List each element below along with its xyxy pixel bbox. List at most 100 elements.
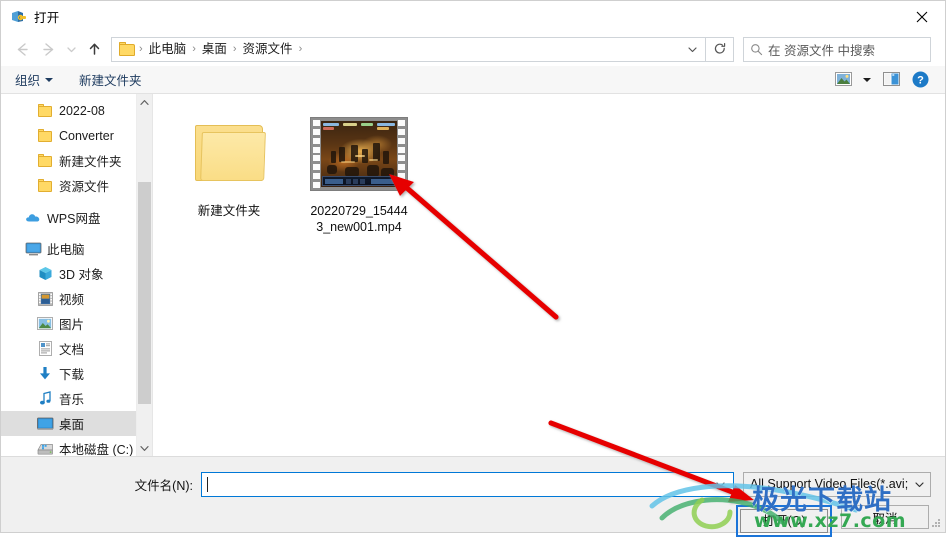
view-layout-icon[interactable] [829, 68, 857, 92]
new-folder-label: 新建文件夹 [79, 74, 142, 88]
sidebar-item-label: 资源文件 [59, 180, 110, 194]
breadcrumb-item-2[interactable]: 资源文件 [238, 38, 298, 61]
documents-icon [35, 341, 55, 356]
search-input[interactable]: 在 资源文件 中搜索 [768, 40, 875, 59]
folder-icon [193, 112, 266, 196]
organize-label: 组织 [15, 74, 41, 88]
file-item-label: 新建文件夹 [197, 204, 261, 218]
file-list-pane[interactable]: 新建文件夹 20220729_154443_new001.mp4 [153, 94, 945, 456]
breadcrumb-item-1[interactable]: 桌面 [197, 38, 232, 61]
chevron-down-icon[interactable] [709, 473, 731, 496]
filename-label: 文件名(N): [134, 478, 193, 493]
sidebar-item-this-pc[interactable]: 此电脑 [1, 236, 152, 261]
sidebar-item-downloads[interactable]: 下载 [1, 361, 152, 386]
open-button-highlight: 打开(O) [736, 505, 832, 537]
sidebar-item-new-folder[interactable]: 新建文件夹 [1, 148, 152, 173]
window-title: 打开 [34, 11, 60, 25]
folder-icon [35, 154, 55, 167]
search-box[interactable]: 在 资源文件 中搜索 [743, 36, 931, 62]
folder-icon [35, 179, 55, 192]
sidebar-item-label: WPS网盘 [47, 212, 101, 226]
sidebar-item-label: 下载 [59, 368, 85, 382]
sidebar-item-2022-08[interactable]: 2022-08 [1, 98, 152, 123]
chevron-down-icon [910, 478, 928, 491]
local-disk-icon [35, 442, 55, 456]
refresh-button[interactable] [706, 36, 734, 62]
filename-row: 文件名(N): All Support Video Files(*.avi; [1, 466, 945, 502]
chevron-down-icon[interactable] [681, 38, 703, 61]
folder-tree: 2022-08 Converter 新建文件夹 资源文件 WPS网盘 此电脑 3… [1, 94, 152, 456]
filename-input[interactable] [201, 471, 734, 497]
navigation-pane-scrollbar[interactable] [136, 94, 152, 456]
title-bar: 打开 [1, 1, 945, 32]
forward-button[interactable] [35, 36, 61, 62]
sidebar-item-converter[interactable]: Converter [1, 123, 152, 148]
chevron-down-icon [45, 77, 54, 82]
preview-pane-icon[interactable] [877, 68, 905, 92]
new-folder-button[interactable]: 新建文件夹 [79, 70, 142, 89]
scroll-up-icon[interactable] [137, 94, 152, 110]
sidebar-item-label: 2022-08 [59, 103, 105, 118]
file-grid: 新建文件夹 20220729_154443_new001.mp4 [153, 94, 945, 235]
video-hud-bottom [322, 176, 396, 186]
sidebar-item-label: 图片 [59, 318, 85, 332]
command-toolbar: 组织 新建文件夹 ? [1, 66, 945, 94]
file-type-dropdown[interactable]: All Support Video Files(*.avi; [743, 471, 931, 497]
film-perforations-right [398, 120, 405, 188]
up-button[interactable] [81, 36, 107, 62]
help-question-icon[interactable]: ? [905, 68, 935, 92]
music-icon [35, 391, 55, 406]
recent-locations-button[interactable] [61, 36, 81, 62]
video-thumbnail [311, 112, 407, 196]
sidebar-item-label: 3D 对象 [59, 268, 104, 282]
dialog-body: 2022-08 Converter 新建文件夹 资源文件 WPS网盘 此电脑 3… [1, 94, 945, 456]
file-item-video[interactable]: 20220729_154443_new001.mp4 [305, 108, 413, 235]
text-caret [207, 476, 208, 492]
film-perforations-left [313, 120, 320, 188]
sidebar-item-documents[interactable]: 文档 [1, 336, 152, 361]
sidebar-item-local-disk-c[interactable]: 本地磁盘 (C:) [1, 436, 152, 456]
sidebar-item-music[interactable]: 音乐 [1, 386, 152, 411]
open-file-dialog: 打开 › 此电脑 › 桌面 › 资源文件 › 在 资源文件 中搜索 组织 新建文… [0, 0, 946, 537]
file-item-folder[interactable]: 新建文件夹 [175, 108, 283, 235]
resize-grip[interactable] [931, 519, 941, 529]
sidebar-item-wps-cloud[interactable]: WPS网盘 [1, 205, 152, 230]
navigation-bar: › 此电脑 › 桌面 › 资源文件 › 在 资源文件 中搜索 [1, 32, 945, 66]
close-button[interactable] [899, 1, 945, 32]
sidebar-item-label: 桌面 [59, 418, 85, 432]
scrollbar-thumb[interactable] [138, 182, 151, 404]
open-button[interactable]: 打开(O) [740, 509, 828, 533]
address-bar[interactable]: › 此电脑 › 桌面 › 资源文件 › [111, 36, 706, 62]
organize-button[interactable]: 组织 [15, 70, 54, 89]
sidebar-item-label: 文档 [59, 343, 85, 357]
sidebar-item-videos[interactable]: 视频 [1, 286, 152, 311]
3d-objects-icon [35, 266, 55, 281]
open-file-icon [11, 9, 27, 25]
downloads-icon [35, 366, 55, 381]
cancel-button[interactable]: 取消 [841, 505, 929, 529]
folder-icon [35, 104, 55, 117]
back-button[interactable] [9, 36, 35, 62]
breadcrumb-separator: › [298, 43, 303, 55]
video-hud-top [323, 123, 395, 134]
desktop-icon [35, 417, 55, 431]
search-icon [744, 43, 768, 56]
sidebar-item-resource-files[interactable]: 资源文件 [1, 173, 152, 198]
sidebar-item-label: 视频 [59, 293, 85, 307]
computer-icon [23, 242, 43, 256]
svg-text:?: ? [917, 75, 924, 87]
folder-icon [119, 42, 136, 56]
sidebar-item-label: 本地磁盘 (C:) [59, 443, 134, 456]
scroll-down-icon[interactable] [137, 440, 152, 456]
breadcrumb-item-0[interactable]: 此电脑 [144, 38, 192, 61]
file-item-label: 20220729_154443_new001.mp4 [310, 204, 408, 234]
sidebar-item-desktop[interactable]: 桌面 [1, 411, 152, 436]
videos-icon [35, 291, 55, 306]
sidebar-item-label: 新建文件夹 [59, 155, 122, 169]
cloud-icon [23, 211, 43, 224]
sidebar-item-label: 音乐 [59, 393, 85, 407]
view-caret-icon[interactable] [857, 68, 877, 92]
sidebar-item-label: Converter [59, 128, 114, 143]
sidebar-item-3d-objects[interactable]: 3D 对象 [1, 261, 152, 286]
sidebar-item-pictures[interactable]: 图片 [1, 311, 152, 336]
